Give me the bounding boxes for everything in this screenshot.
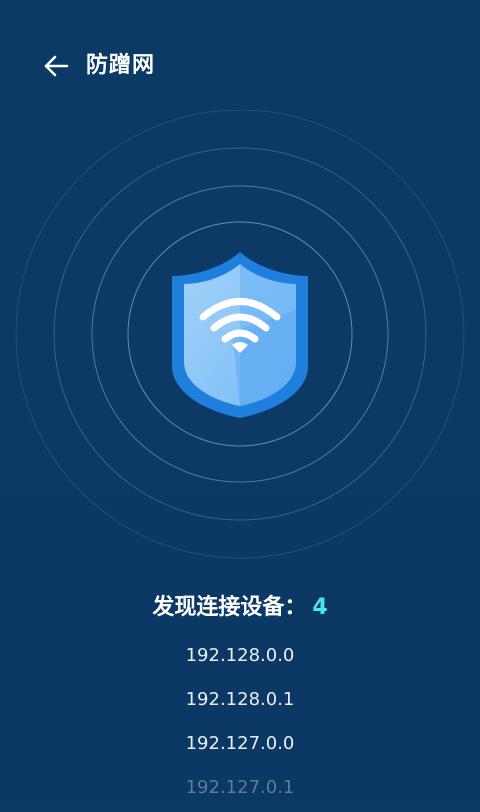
devices-found-heading: 发现连接设备： 4 [0,590,480,626]
device-item[interactable]: 192.128.0.1 [0,680,480,724]
scan-radar [15,110,465,559]
device-item[interactable]: 192.127.0.1 [0,768,480,812]
devices-count: 4 [312,595,328,620]
wifi-shield-icon [172,252,308,418]
arrow-left-icon [44,55,69,77]
back-button[interactable] [38,48,74,84]
device-item[interactable]: 192.127.0.0 [0,724,480,768]
page-title: 防蹭网 [86,53,156,78]
app-screen: 防蹭网 发现连接设备： 4 192.128.0.0 192.128.0.1 19… [0,0,480,800]
devices-found-label: 发现连接设备： [152,595,307,620]
device-list[interactable]: 192.128.0.0 192.128.0.1 192.127.0.0 192.… [0,636,480,812]
device-item[interactable]: 192.128.0.0 [0,636,480,680]
